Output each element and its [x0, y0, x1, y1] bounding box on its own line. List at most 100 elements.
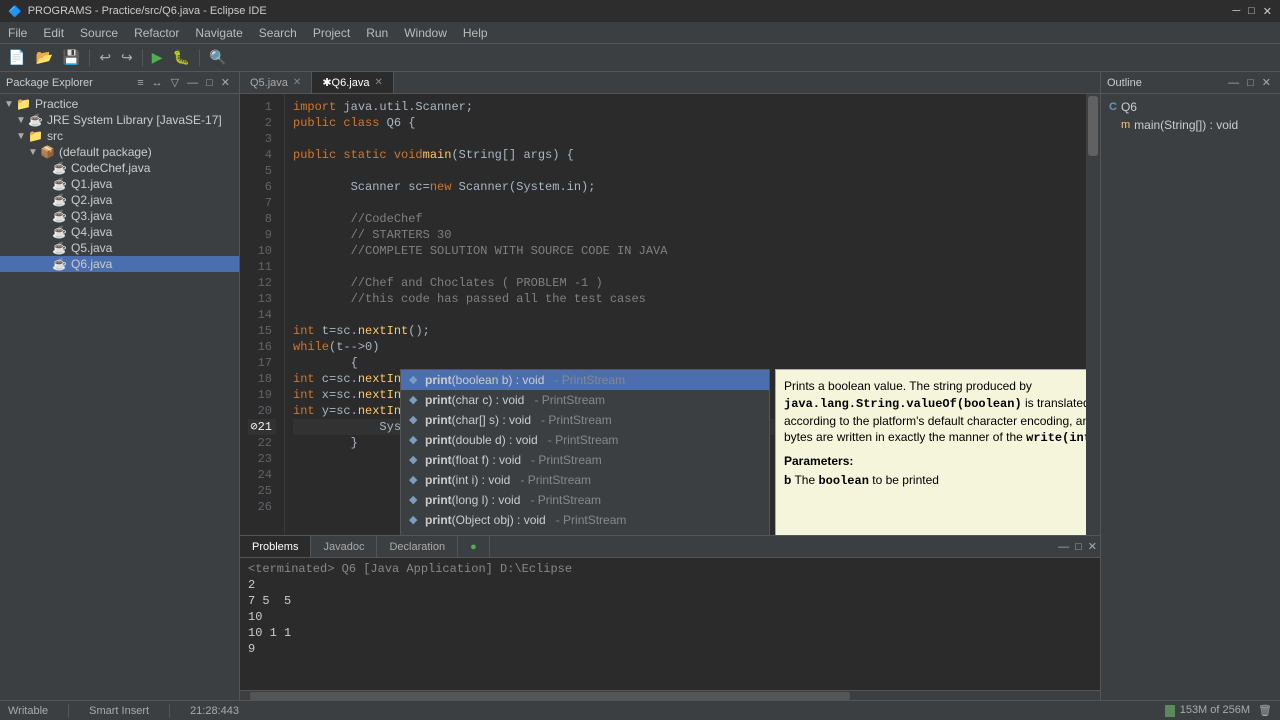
- toolbar-debug[interactable]: 🐛: [169, 47, 194, 68]
- bottom-panel-close[interactable]: ✕: [1085, 539, 1100, 554]
- ac-text-0: print(boolean b) : void: [425, 372, 544, 388]
- javadoc-param-name: b: [784, 473, 791, 487]
- tree-codechef[interactable]: ☕ CodeChef.java: [0, 160, 239, 176]
- menu-window[interactable]: Window: [396, 22, 455, 43]
- bottom-tab-problems[interactable]: Problems: [240, 536, 311, 557]
- ln-15: 15: [248, 323, 276, 339]
- close-panel-btn[interactable]: ✕: [218, 75, 233, 90]
- q4-label: Q4.java: [71, 225, 112, 239]
- menu-refactor[interactable]: Refactor: [126, 22, 187, 43]
- menu-help[interactable]: Help: [455, 22, 496, 43]
- toolbar-open[interactable]: 📂: [31, 47, 56, 68]
- tree-q6[interactable]: ☕ Q6.java: [0, 256, 239, 272]
- maximize-panel-btn[interactable]: □: [203, 75, 216, 90]
- bottom-panel-maximize[interactable]: □: [1072, 539, 1085, 554]
- ac-item-4[interactable]: ◆ print(float f) : void - PrintStream: [401, 450, 769, 470]
- ac-item-6[interactable]: ◆ print(long l) : void - PrintStream: [401, 490, 769, 510]
- outline-item-q6[interactable]: C Q6: [1105, 98, 1276, 116]
- tree-q3[interactable]: ☕ Q3.java: [0, 208, 239, 224]
- menu-project[interactable]: Project: [305, 22, 358, 43]
- maximize-btn[interactable]: □: [1248, 5, 1255, 18]
- tree-q4[interactable]: ☕ Q4.java: [0, 224, 239, 240]
- menu-file[interactable]: File: [0, 22, 35, 43]
- outline-title: Outline: [1107, 77, 1142, 89]
- q4-icon: ☕: [52, 225, 68, 239]
- outline-maximize[interactable]: □: [1244, 75, 1257, 90]
- status-gc-btn[interactable]: 🗑: [1258, 704, 1272, 717]
- tree-jre[interactable]: ▼ ☕ JRE System Library [JavaSE-17]: [0, 112, 239, 128]
- toolbar-undo[interactable]: ↩: [95, 47, 115, 68]
- tree-q5[interactable]: ☕ Q5.java: [0, 240, 239, 256]
- autocomplete-popup[interactable]: ◆ print(boolean b) : void - PrintStream …: [400, 369, 770, 535]
- bottom-tab-javadoc[interactable]: Javadoc: [311, 536, 377, 557]
- ln-2: 2: [248, 115, 276, 131]
- outline-item-main[interactable]: m main(String[]) : void: [1105, 116, 1276, 134]
- ac-item-8[interactable]: ◆ print(String s) : void - PrintStream: [401, 530, 769, 535]
- outline-minimize[interactable]: —: [1225, 75, 1242, 90]
- package-explorer-label: Package Explorer: [6, 77, 93, 89]
- collapse-all-btn[interactable]: ≡: [134, 75, 146, 90]
- ln-25: 25: [248, 483, 276, 499]
- menu-edit[interactable]: Edit: [35, 22, 72, 43]
- bottom-tab-declaration[interactable]: Declaration: [377, 536, 458, 557]
- bottom-tab-console-indicator[interactable]: ●: [458, 536, 490, 557]
- ac-suffix-7: - PrintStream: [556, 512, 627, 528]
- ac-icon-6: ◆: [409, 492, 421, 508]
- outline-close[interactable]: ✕: [1259, 75, 1274, 90]
- bottom-scrollbar[interactable]: [240, 690, 1100, 700]
- ac-item-2[interactable]: ◆ print(char[] s) : void - PrintStream: [401, 410, 769, 430]
- code-text[interactable]: import java.util.Scanner; public class Q…: [285, 94, 1086, 535]
- link-editor-btn[interactable]: ↔: [149, 75, 166, 90]
- tree-practice[interactable]: ▼ 📁 Practice: [0, 96, 239, 112]
- editor-content[interactable]: 1 2 3 4 5 6 7 8 9 10 11 12 13 14 15 16 1: [240, 94, 1100, 535]
- console-line-4: 10: [248, 610, 1092, 626]
- code-line-14: [293, 307, 1078, 323]
- ac-item-5[interactable]: ◆ print(int i) : void - PrintStream: [401, 470, 769, 490]
- tab-q6-label: ✱Q6.java: [322, 76, 369, 89]
- tree-q2[interactable]: ☕ Q2.java: [0, 192, 239, 208]
- close-btn[interactable]: ✕: [1263, 5, 1272, 18]
- menu-search[interactable]: Search: [251, 22, 305, 43]
- ac-item-1[interactable]: ◆ print(char c) : void - PrintStream: [401, 390, 769, 410]
- ac-item-0[interactable]: ◆ print(boolean b) : void - PrintStream: [401, 370, 769, 390]
- default-package-label: (default package): [59, 145, 152, 159]
- status-bar: Writable Smart Insert 21:28:443 153M of …: [0, 700, 1280, 720]
- bottom-panel-minimize[interactable]: —: [1055, 539, 1072, 554]
- codechef-icon: ☕: [52, 161, 68, 175]
- toolbar-search[interactable]: 🔍: [205, 47, 230, 68]
- tab-q5[interactable]: Q5.java ✕: [240, 72, 312, 93]
- toolbar-redo[interactable]: ↪: [117, 47, 137, 68]
- q6-label: Q6.java: [71, 257, 112, 271]
- scrollbar-thumb[interactable]: [1088, 96, 1098, 156]
- menu-run[interactable]: Run: [358, 22, 396, 43]
- ac-text-5: print(int i) : void: [425, 472, 510, 488]
- tab-q6-close[interactable]: ✕: [374, 77, 382, 88]
- minimize-btn[interactable]: ─: [1232, 5, 1240, 18]
- ac-icon-0: ◆: [409, 372, 421, 388]
- tree-q1[interactable]: ☕ Q1.java: [0, 176, 239, 192]
- code-line-11: [293, 259, 1078, 275]
- tree-default-package[interactable]: ▼ 📦 (default package): [0, 144, 239, 160]
- editor-area: Q5.java ✕ ✱Q6.java ✕ 1 2 3 4 5 6 7: [240, 72, 1100, 700]
- menu-navigate[interactable]: Navigate: [187, 22, 250, 43]
- ac-suffix-0: - PrintStream: [554, 372, 625, 388]
- ac-item-7[interactable]: ◆ print(Object obj) : void - PrintStream: [401, 510, 769, 530]
- practice-label: Practice: [35, 97, 78, 111]
- tab-q6[interactable]: ✱Q6.java ✕: [312, 72, 394, 93]
- tree-src[interactable]: ▼ 📁 src: [0, 128, 239, 144]
- ac-icon-5: ◆: [409, 472, 421, 488]
- editor-scrollbar[interactable]: [1086, 94, 1100, 535]
- toolbar-new[interactable]: 📄: [4, 47, 29, 68]
- tab-q5-close[interactable]: ✕: [293, 77, 301, 88]
- bottom-scrollbar-thumb[interactable]: [250, 692, 850, 700]
- toolbar-run[interactable]: ▶: [148, 47, 167, 68]
- toolbar-save[interactable]: 💾: [59, 47, 84, 68]
- view-menu-btn[interactable]: ▽: [168, 75, 182, 90]
- ac-item-3[interactable]: ◆ print(double d) : void - PrintStream: [401, 430, 769, 450]
- outline-header-buttons: — □ ✕: [1225, 75, 1274, 90]
- menu-bar: File Edit Source Refactor Navigate Searc…: [0, 22, 1280, 44]
- minimize-panel-btn[interactable]: —: [184, 75, 201, 90]
- menu-source[interactable]: Source: [72, 22, 126, 43]
- scrollbar-track[interactable]: [1086, 94, 1100, 535]
- ln-1: 1: [248, 99, 276, 115]
